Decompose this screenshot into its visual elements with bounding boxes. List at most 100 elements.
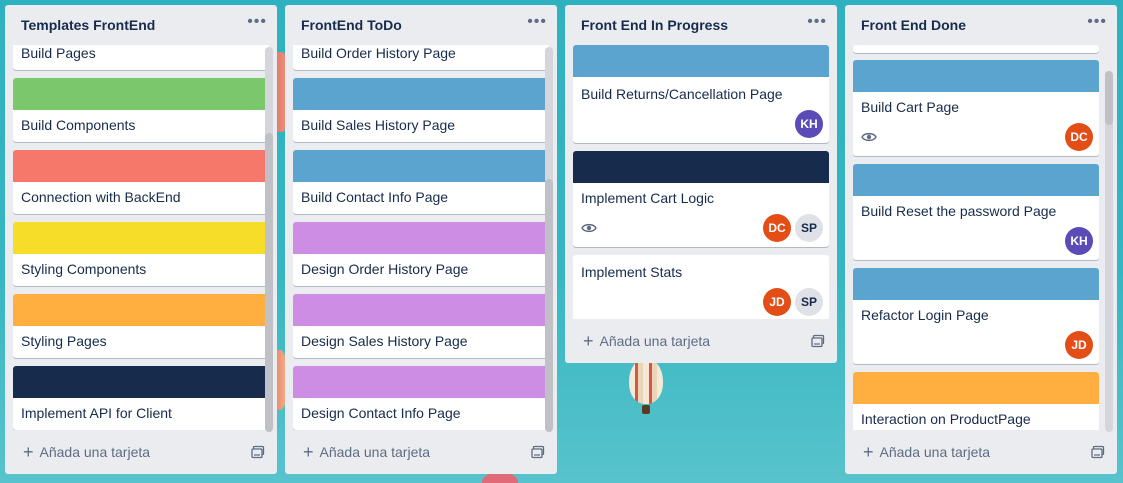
- eye-icon: [581, 223, 597, 233]
- card-template-icon[interactable]: [251, 445, 265, 459]
- card-implement-api[interactable]: Implement API for Client: [13, 366, 269, 430]
- list-header: Templates FrontEnd •••: [5, 5, 277, 45]
- card-cover: [573, 45, 829, 77]
- card-connection-backend[interactable]: Connection with BackEnd: [13, 150, 269, 214]
- card-list: Build Pages Build Components Connection …: [5, 45, 277, 430]
- card-list: Build Returns/Cancellation Page KH Imple…: [565, 45, 837, 319]
- scrollbar[interactable]: [545, 47, 553, 432]
- card-styling-pages[interactable]: Styling Pages: [13, 294, 269, 358]
- card-partial[interactable]: [853, 45, 1099, 53]
- add-card-button[interactable]: + Añada una tarjeta: [23, 443, 150, 461]
- card-design-contact-info[interactable]: Design Contact Info Page: [293, 366, 549, 430]
- card-cover: [293, 222, 549, 254]
- card-cover: [13, 78, 269, 110]
- plus-icon: +: [303, 442, 314, 462]
- add-card-label: Añada una tarjeta: [879, 444, 991, 460]
- list-templates-frontend: Templates FrontEnd ••• Build Pages Build…: [5, 5, 277, 474]
- card-title: Design Contact Info Page: [301, 405, 461, 421]
- card-build-reset-password[interactable]: Build Reset the password Page KH: [853, 164, 1099, 260]
- list-footer: + Añada una tarjeta: [845, 430, 1117, 474]
- list-header: Front End In Progress •••: [565, 5, 837, 45]
- add-card-label: Añada una tarjeta: [319, 444, 431, 460]
- list-title[interactable]: Front End Done: [861, 17, 966, 33]
- card-build-contact-info[interactable]: Build Contact Info Page: [293, 150, 549, 214]
- card-title: Build Order History Page: [301, 45, 456, 61]
- card-template-icon[interactable]: [811, 334, 825, 348]
- card-title: Design Order History Page: [301, 261, 469, 277]
- card-build-components[interactable]: Build Components: [13, 78, 269, 142]
- card-template-icon[interactable]: [531, 445, 545, 459]
- plus-icon: +: [863, 442, 874, 462]
- card-build-sales-history[interactable]: Build Sales History Page: [293, 78, 549, 142]
- scrollbar[interactable]: [265, 47, 273, 432]
- card-title: Styling Components: [21, 261, 147, 277]
- list-title[interactable]: FrontEnd ToDo: [301, 17, 402, 33]
- card-footer: KH: [573, 110, 829, 143]
- card-cover: [293, 150, 549, 182]
- card-build-pages[interactable]: Build Pages: [13, 45, 269, 70]
- card-title: Styling Pages: [21, 333, 107, 349]
- card-cover: [853, 164, 1099, 196]
- list-frontend-in-progress: Front End In Progress ••• Build Returns/…: [565, 5, 837, 363]
- card-list: Build Cart Page DC Build Reset the passw…: [845, 45, 1117, 430]
- list-frontend-todo: FrontEnd ToDo ••• Build Order History Pa…: [285, 5, 557, 474]
- card-footer: JD: [853, 331, 1099, 364]
- list-title[interactable]: Templates FrontEnd: [21, 17, 155, 33]
- list-menu-icon[interactable]: •••: [527, 14, 547, 36]
- scrollbar-thumb[interactable]: [545, 179, 553, 432]
- card-members: JD: [1065, 331, 1093, 359]
- list-frontend-done: Front End Done ••• Build Cart Page DC Bu…: [845, 5, 1117, 474]
- card-implement-cart-logic[interactable]: Implement Cart Logic DC SP: [573, 151, 829, 247]
- list-footer: + Añada una tarjeta: [285, 430, 557, 474]
- list-title[interactable]: Front End In Progress: [581, 17, 728, 33]
- scrollbar[interactable]: [1105, 71, 1113, 432]
- avatar[interactable]: DC: [1065, 123, 1093, 151]
- card-footer: KH: [853, 227, 1099, 260]
- card-title: Build Contact Info Page: [301, 189, 449, 205]
- avatar[interactable]: KH: [1065, 227, 1093, 255]
- avatar[interactable]: DC: [763, 214, 791, 242]
- avatar[interactable]: KH: [795, 110, 823, 138]
- card-refactor-login[interactable]: Refactor Login Page JD: [853, 268, 1099, 364]
- board: Templates FrontEnd ••• Build Pages Build…: [5, 5, 1117, 475]
- card-title: Build Reset the password Page: [861, 203, 1057, 219]
- card-cover: [13, 150, 269, 182]
- plus-icon: +: [583, 331, 594, 351]
- avatar[interactable]: SP: [795, 214, 823, 242]
- card-cover: [13, 222, 269, 254]
- card-footer: DC SP: [573, 214, 829, 247]
- list-menu-icon[interactable]: •••: [1087, 14, 1107, 36]
- card-interaction-productpage[interactable]: Interaction on ProductPage: [853, 372, 1099, 430]
- add-card-label: Añada una tarjeta: [599, 333, 711, 349]
- card-design-sales-history[interactable]: Design Sales History Page: [293, 294, 549, 358]
- plus-icon: +: [23, 442, 34, 462]
- eye-icon: [861, 132, 877, 142]
- add-card-button[interactable]: + Añada una tarjeta: [863, 443, 990, 461]
- card-design-order-history[interactable]: Design Order History Page: [293, 222, 549, 286]
- avatar[interactable]: JD: [1065, 331, 1093, 359]
- card-implement-stats[interactable]: Implement Stats JD SP: [573, 255, 829, 319]
- avatar[interactable]: SP: [795, 288, 823, 316]
- card-members: KH: [795, 110, 823, 138]
- scrollbar-thumb[interactable]: [265, 133, 273, 432]
- list-header: FrontEnd ToDo •••: [285, 5, 557, 45]
- card-build-returns[interactable]: Build Returns/Cancellation Page KH: [573, 45, 829, 143]
- card-cover: [853, 268, 1099, 300]
- card-template-icon[interactable]: [1091, 445, 1105, 459]
- card-cover: [853, 60, 1099, 92]
- add-card-button[interactable]: + Añada una tarjeta: [583, 332, 710, 350]
- scrollbar-thumb[interactable]: [1105, 71, 1113, 125]
- card-title: Build Cart Page: [861, 99, 960, 115]
- card-cover: [293, 366, 549, 398]
- card-styling-components[interactable]: Styling Components: [13, 222, 269, 286]
- list-menu-icon[interactable]: •••: [247, 14, 267, 36]
- card-title: Build Sales History Page: [301, 117, 456, 133]
- card-cover: [13, 294, 269, 326]
- avatar[interactable]: JD: [763, 288, 791, 316]
- card-title: Build Pages: [21, 45, 96, 61]
- list-menu-icon[interactable]: •••: [807, 14, 827, 36]
- card-build-cart-page[interactable]: Build Cart Page DC: [853, 60, 1099, 156]
- list-footer: + Añada una tarjeta: [565, 319, 837, 363]
- card-build-order-history[interactable]: Build Order History Page: [293, 45, 549, 70]
- add-card-button[interactable]: + Añada una tarjeta: [303, 443, 430, 461]
